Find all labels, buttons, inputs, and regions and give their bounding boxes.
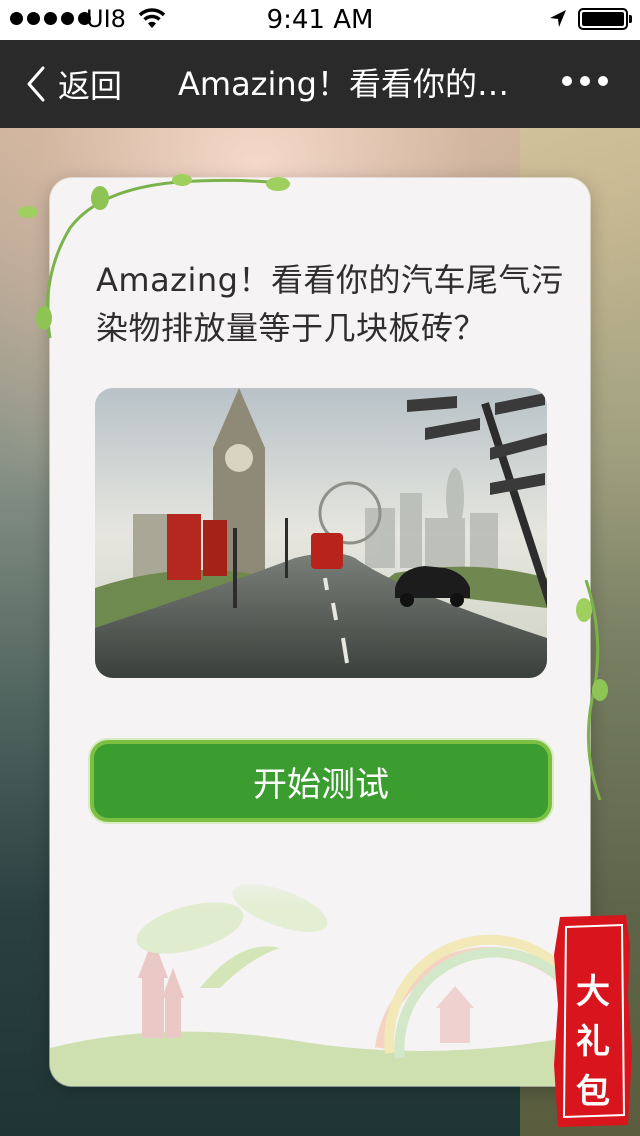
status-bar: UI8 9:41 AM [0,0,640,40]
more-icon[interactable] [562,76,608,86]
nav-bar: 返回 Amazing！看看你的汽... [0,40,640,128]
quiz-headline: Amazing！看看你的汽车尾气污染物排放量等于几块板砖？ [96,261,564,347]
battery-icon [578,8,632,30]
back-chevron-icon [27,66,45,102]
decorative-scene [50,868,590,1086]
page-title: Amazing！看看你的汽... [178,65,538,103]
back-button[interactable]: 返回 [26,62,122,106]
clock: 9:41 AM [266,5,374,35]
london-street-image [95,388,547,678]
start-test-button[interactable]: 开始测试 [94,744,548,818]
location-icon [550,10,566,27]
gift-pack-label: 大礼包 [576,972,610,1112]
back-label: 返回 [58,67,123,105]
gift-pack-stamp[interactable]: 大礼包 [552,915,634,1127]
quiz-card: Amazing！看看你的汽车尾气污染物排放量等于几块板砖？ 开始测试 [50,178,590,1086]
